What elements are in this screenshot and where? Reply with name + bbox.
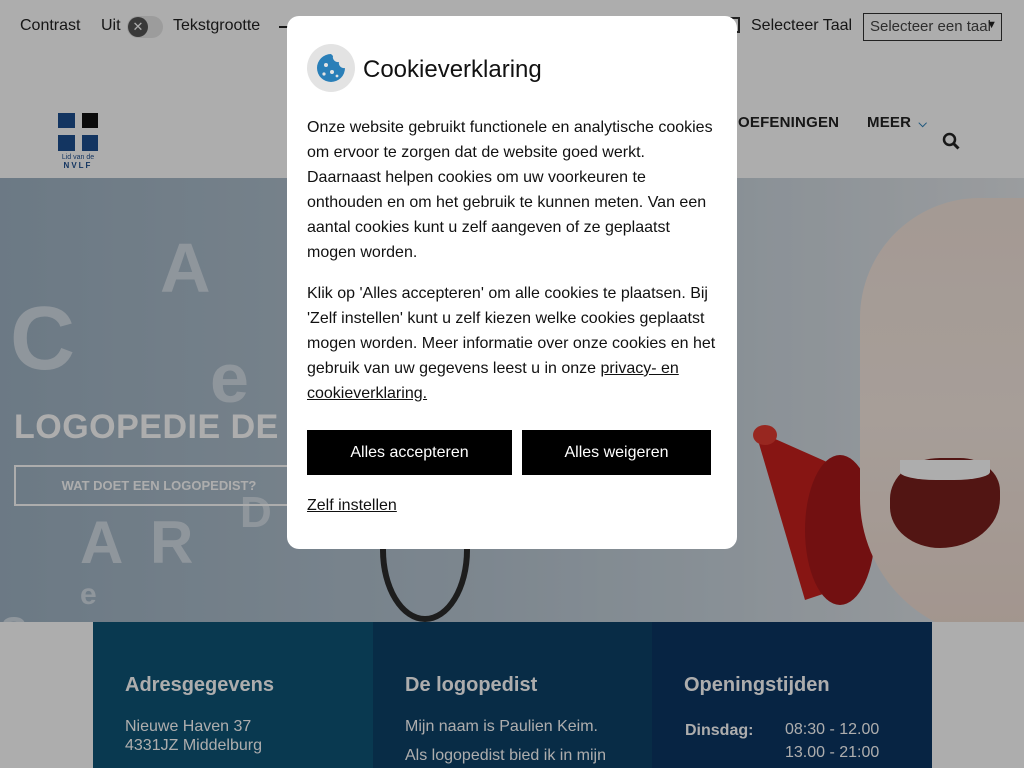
cookie-icon-wrapper <box>307 44 355 92</box>
cookie-icon <box>317 54 345 82</box>
cookie-instructions-text: Klik op 'Alles accepteren' om alle cooki… <box>307 281 719 406</box>
self-configure-link[interactable]: Zelf instellen <box>307 497 397 515</box>
cookie-intro-text: Onze website gebruikt functionele en ana… <box>307 119 713 261</box>
reject-all-button[interactable]: Alles weigeren <box>522 430 711 475</box>
accept-all-button[interactable]: Alles accepteren <box>307 430 512 475</box>
cookie-consent-dialog: Cookieverklaring Onze website gebruikt f… <box>287 16 737 549</box>
cookie-dialog-title: Cookieverklaring <box>363 56 542 83</box>
